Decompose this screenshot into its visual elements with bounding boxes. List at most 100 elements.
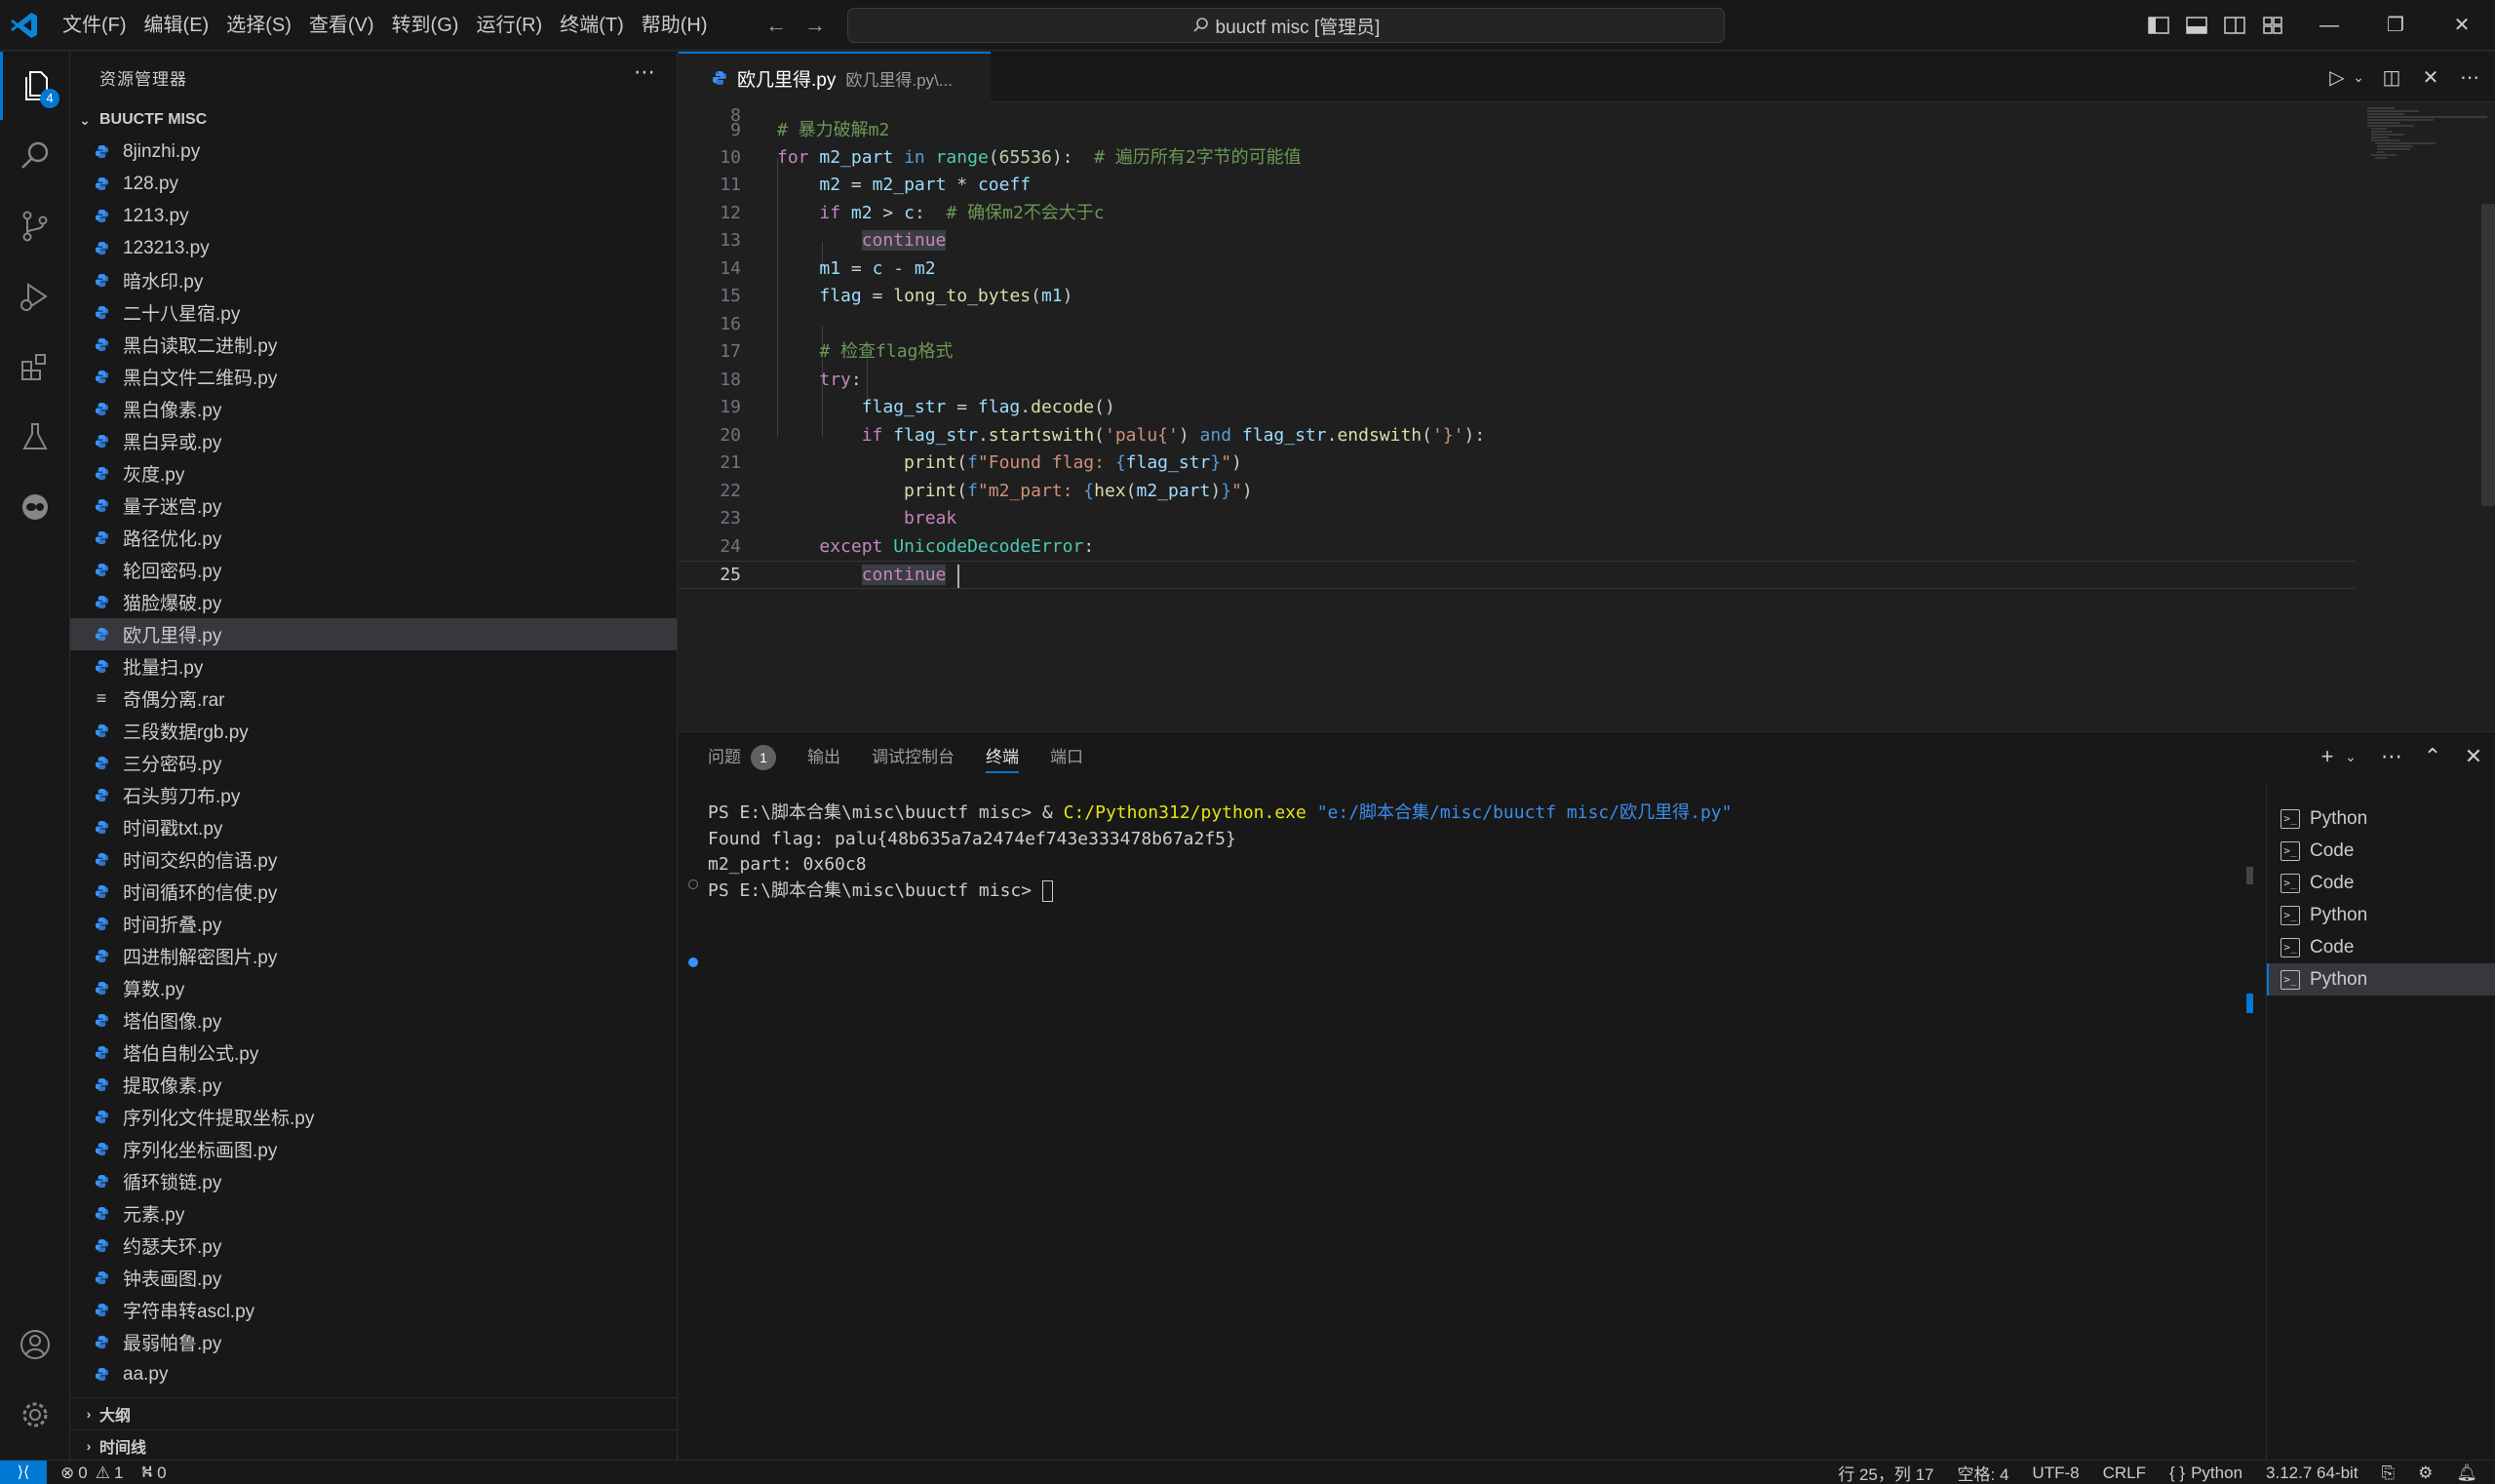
outline-section[interactable]: › 大纲	[70, 1397, 677, 1429]
file-item[interactable]: 8jinzhi.py	[70, 136, 677, 168]
file-item[interactable]: 元素.py	[70, 1197, 677, 1230]
command-center-search[interactable]: buuctf misc [管理员]	[847, 8, 1725, 43]
file-item[interactable]: 量子迷宫.py	[70, 489, 677, 522]
toggle-panel-icon[interactable]	[2183, 12, 2210, 39]
file-item[interactable]: 序列化坐标画图.py	[70, 1133, 677, 1165]
file-item[interactable]: 塔伯自制公式.py	[70, 1036, 677, 1069]
run-python-icon[interactable]: ▷	[2323, 63, 2351, 91]
file-item[interactable]: 时间戳txt.py	[70, 811, 677, 843]
more-actions-icon[interactable]: ⋯	[634, 59, 655, 85]
file-item[interactable]: aa.py	[70, 1358, 677, 1390]
file-item[interactable]: 批量扫.py	[70, 650, 677, 683]
file-item[interactable]: 黑白读取二进制.py	[70, 329, 677, 361]
file-item[interactable]: 钟表画图.py	[70, 1262, 677, 1294]
remote-indicator-icon[interactable]: ⟩⟨	[0, 1461, 47, 1484]
editor-tab-active[interactable]: 欧几里得.py 欧几里得.py\...	[679, 52, 991, 102]
minimize-icon[interactable]: —	[2296, 0, 2362, 51]
ports-status[interactable]: ⛕ 0	[140, 1463, 166, 1484]
file-item[interactable]: 暗水印.py	[70, 264, 677, 296]
tab-ports[interactable]: 端口	[1050, 732, 1083, 783]
testing-activity[interactable]	[0, 403, 70, 471]
menu-file[interactable]: 文件(F)	[55, 9, 135, 42]
terminal-list-item[interactable]: >_ Python	[2267, 899, 2495, 931]
file-item[interactable]: 三分密码.py	[70, 747, 677, 779]
source-control-activity[interactable]	[0, 192, 70, 260]
terminal-scrollbar[interactable]	[2246, 867, 2253, 884]
tab-terminal[interactable]: 终端	[986, 732, 1019, 783]
file-item[interactable]: 猫脸爆破.py	[70, 586, 677, 618]
terminal-dropdown-chevron-icon[interactable]: ⌄	[2339, 749, 2362, 765]
file-item[interactable]: 轮回密码.py	[70, 554, 677, 586]
extensions-activity[interactable]	[0, 332, 70, 401]
file-item[interactable]: 石头剪刀布.py	[70, 779, 677, 811]
forward-arrow-icon[interactable]: →	[801, 12, 829, 39]
menu-help[interactable]: 帮助(H)	[634, 9, 716, 42]
end-of-line[interactable]: CRLF	[2103, 1464, 2146, 1483]
menu-terminal[interactable]: 终端(T)	[552, 9, 632, 42]
terminal-list-item[interactable]: >_ Code	[2267, 835, 2495, 867]
file-item[interactable]: 四进制解密图片.py	[70, 940, 677, 972]
file-item[interactable]: 算数.py	[70, 972, 677, 1004]
toggle-secondary-sidebar-icon[interactable]	[2221, 12, 2248, 39]
file-item[interactable]: 路径优化.py	[70, 522, 677, 554]
file-item[interactable]: 128.py	[70, 168, 677, 200]
problems-status[interactable]: ⊗ 0 ⚠ 1	[60, 1464, 123, 1483]
tab-problems[interactable]: 问题 1	[708, 732, 776, 783]
editor-scrollbar[interactable]	[2481, 204, 2495, 506]
close-editor-icon[interactable]: ✕	[2417, 63, 2444, 91]
restore-icon[interactable]: ❐	[2362, 0, 2429, 51]
maximize-panel-icon[interactable]: ⌃	[2421, 744, 2444, 769]
search-activity[interactable]	[0, 122, 70, 190]
tab-output[interactable]: 输出	[807, 732, 840, 783]
close-panel-icon[interactable]: ✕	[2462, 744, 2485, 769]
terminal-list-item-selected[interactable]: >_ Python	[2267, 963, 2495, 996]
tab-debug-console[interactable]: 调试控制台	[872, 732, 955, 783]
notifications-bell-icon[interactable]: 🔔︎	[2456, 1464, 2477, 1483]
file-item[interactable]: 最弱帕鲁.py	[70, 1326, 677, 1358]
file-item[interactable]: 提取像素.py	[70, 1069, 677, 1101]
split-editor-icon[interactable]: ◫	[2378, 63, 2405, 91]
folder-header[interactable]: ⌄ BUUCTF MISC	[70, 104, 677, 136]
cursor-position[interactable]: 行 25，列 17	[1838, 1461, 1933, 1484]
timeline-section[interactable]: › 时间线	[70, 1429, 677, 1462]
run-debug-activity[interactable]	[0, 262, 70, 331]
code-editor[interactable]: 8 9 # 暴力破解m2 10 for m2_part in range(65536…	[679, 102, 2495, 731]
layout-icon[interactable]: ⎘	[2382, 1464, 2396, 1483]
terminal-list-item[interactable]: >_ Python	[2267, 802, 2495, 835]
manage-activity[interactable]	[0, 1381, 70, 1449]
file-item[interactable]: 时间循环的信使.py	[70, 876, 677, 908]
file-item[interactable]: 三段数据rgb.py	[70, 715, 677, 747]
copilot-icon[interactable]: ⚙	[2418, 1464, 2433, 1483]
file-item[interactable]: 字符串转ascl.py	[70, 1294, 677, 1326]
more-actions-icon[interactable]: ⋯	[2380, 744, 2403, 769]
menu-selection[interactable]: 选择(S)	[218, 9, 299, 42]
file-item[interactable]: 时间交织的信语.py	[70, 843, 677, 876]
file-item[interactable]: 二十八星宿.py	[70, 296, 677, 329]
run-dropdown-chevron-icon[interactable]: ⌄	[2351, 63, 2366, 91]
file-item[interactable]: 黑白文件二维码.py	[70, 361, 677, 393]
file-item[interactable]: 灰度.py	[70, 457, 677, 489]
file-item[interactable]: 序列化文件提取坐标.py	[70, 1101, 677, 1133]
back-arrow-icon[interactable]: ←	[762, 12, 790, 39]
encoding[interactable]: UTF-8	[2032, 1464, 2079, 1483]
terminal-list-item[interactable]: >_ Code	[2267, 867, 2495, 899]
explorer-activity[interactable]: 4	[0, 52, 70, 120]
accounts-activity[interactable]	[0, 1310, 70, 1379]
close-window-icon[interactable]: ✕	[2429, 0, 2495, 51]
new-terminal-icon[interactable]: +	[2316, 744, 2339, 769]
file-item[interactable]: 1213.py	[70, 200, 677, 232]
file-item[interactable]: 时间折叠.py	[70, 908, 677, 940]
menu-edit[interactable]: 编辑(E)	[136, 9, 217, 42]
terminal-list-item[interactable]: >_ Code	[2267, 931, 2495, 963]
file-item[interactable]: 黑白异或.py	[70, 425, 677, 457]
toggle-primary-sidebar-icon[interactable]	[2145, 12, 2172, 39]
file-item[interactable]: 123213.py	[70, 232, 677, 264]
language-mode[interactable]: { } Python	[2169, 1464, 2242, 1483]
file-item[interactable]: 黑白像素.py	[70, 393, 677, 425]
file-item[interactable]: 约瑟夫环.py	[70, 1230, 677, 1262]
more-actions-icon[interactable]: ⋯	[2456, 63, 2483, 91]
menu-view[interactable]: 查看(V)	[301, 9, 382, 42]
file-item-selected[interactable]: 欧几里得.py	[70, 618, 677, 650]
indentation[interactable]: 空格: 4	[1958, 1461, 2009, 1484]
file-item[interactable]: ≡ 奇偶分离.rar	[70, 683, 677, 715]
